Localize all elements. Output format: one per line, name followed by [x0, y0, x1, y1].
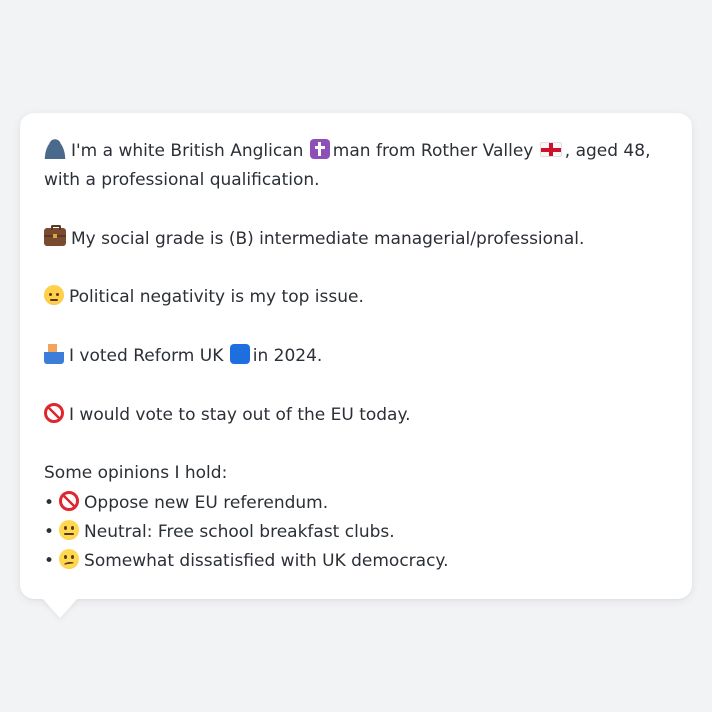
opinion-text: Oppose new EU referendum. [84, 492, 329, 513]
identity-text-1: I'm a white British Anglican [71, 141, 304, 161]
eu-stance-text: I would vote to stay out of the EU today… [69, 404, 411, 425]
persona-message-bubble: I'm a white British Anglican man from Ro… [20, 113, 692, 599]
latin-cross-icon [309, 139, 330, 159]
top-issue-line: Political negativity is my top issue. [44, 283, 668, 312]
confused-face-icon [59, 549, 80, 570]
opinion-text: Somewhat dissatisfied with UK democracy. [84, 551, 449, 572]
opinion-item: • Neutral: Free school breakfast clubs. [44, 518, 668, 547]
speech-bubble-tail [42, 598, 78, 618]
angry-face-icon [44, 285, 64, 306]
neutral-face-icon [59, 519, 80, 540]
no-entry-icon [59, 490, 80, 511]
vote-text-after: in 2024. [252, 346, 323, 367]
vote-2024-line: I voted Reform UK in 2024. [44, 342, 668, 371]
england-flag-icon [539, 142, 562, 157]
opinion-text: Neutral: Free school breakfast clubs. [84, 521, 395, 542]
top-issue-text: Political negativity is my top issue. [69, 287, 364, 308]
opinion-item: • Somewhat dissatisfied with UK democracy… [44, 547, 668, 576]
social-grade-text: My social grade is (B) intermediate mana… [71, 228, 585, 249]
bullet-mark: • [44, 521, 55, 542]
briefcase-icon [44, 224, 66, 246]
ballot-box-icon [44, 344, 64, 365]
opinions-section: Some opinions I hold: • Oppose new EU ref… [44, 459, 668, 576]
identity-paragraph: I'm a white British Anglican man from Ro… [44, 137, 668, 196]
bullet-mark: • [44, 551, 55, 572]
opinions-heading: Some opinions I hold: [44, 463, 228, 484]
blue-square-icon [229, 344, 250, 365]
identity-text-2: man from Rother Valley [332, 141, 534, 161]
no-entry-icon [44, 402, 64, 423]
vote-text-before: I voted Reform UK [69, 346, 224, 367]
social-grade-line: My social grade is (B) intermediate mana… [44, 224, 668, 254]
person-silhouette-icon [44, 139, 66, 159]
eu-stance-line: I would vote to stay out of the EU today… [44, 401, 668, 430]
opinion-item: • Oppose new EU referendum. [44, 489, 668, 518]
bullet-mark: • [44, 492, 55, 513]
